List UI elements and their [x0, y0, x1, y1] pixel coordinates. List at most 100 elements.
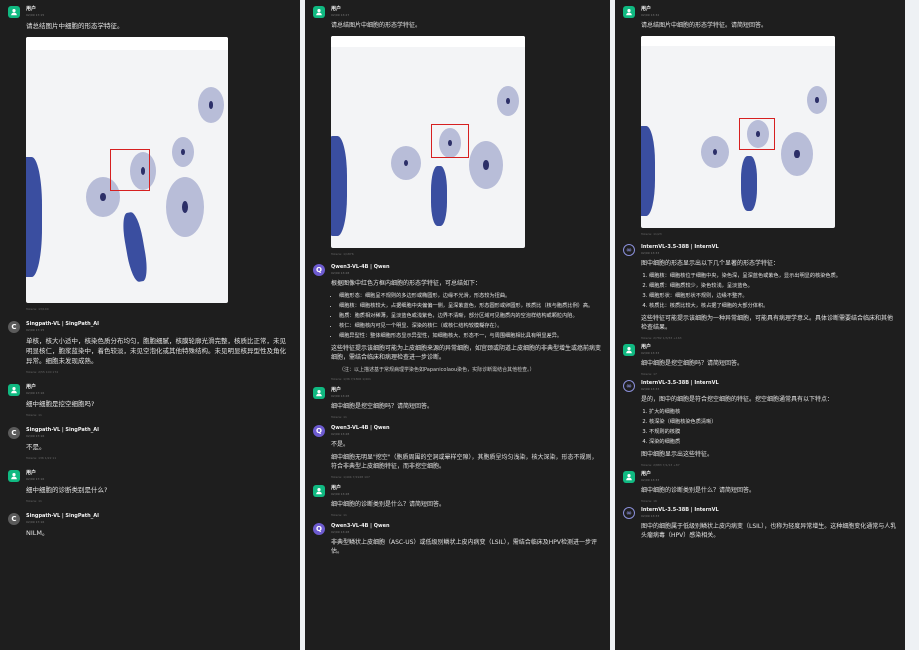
list-item: 细胞形态：细胞呈不规则的多边形或椭圆形，边缘不光滑，形态较为扭曲。: [339, 292, 602, 300]
message-user: 用户 02/09 17:16 细中细胞的诊断类别是什么? Tokens: 11: [0, 470, 300, 503]
internvl-logo-icon: ∞: [623, 380, 635, 392]
chat-panel-internvl: 用户 02/09 13:32 请总结图片中细胞的形态学特征。请简短回答。 Tok…: [615, 0, 905, 650]
timestamp: 02/09 13:32: [641, 13, 660, 17]
list-item: 不规则的核膜: [649, 428, 897, 436]
cytology-image[interactable]: [641, 36, 835, 228]
user-avatar-icon: [623, 471, 635, 483]
sender-name: 用户: [26, 384, 37, 390]
list-item: 核仁：细胞核内可见一个明显、深染的核仁（或核仁结构较模糊存在）。: [339, 322, 602, 330]
message-text: 图中的细胞属于低级别鳞状上皮内病变（LSIL），也称为轻度异常增生。这种细胞变化…: [641, 523, 897, 539]
user-avatar-icon: [623, 6, 635, 18]
timestamp: 02/09 13:33: [641, 478, 660, 482]
blue-cell-cluster: [431, 166, 447, 226]
red-selection-box: [431, 124, 469, 158]
token-count: Tokens: 2/55 100 174: [26, 370, 59, 374]
message-summary: 这些特征可能提示该细胞为一种异常细胞，可能具有病理学意义。具体诊断需要结合临床和…: [641, 315, 894, 331]
cell: [198, 87, 224, 123]
internvl-logo-icon: ∞: [623, 507, 635, 519]
timestamp: 02/09 13:28: [331, 492, 350, 496]
message-text: NILM。: [26, 529, 49, 537]
user-avatar-icon: [313, 6, 325, 18]
sender-name: 用户: [331, 485, 342, 491]
sender-name: Singpath-VL | SingPath_AI: [26, 513, 99, 519]
list-item: 细胞异型性：整体细胞形态显示异型性，如细胞核大、形态不一，与周围细胞相比具有明显…: [339, 332, 602, 340]
message-bot: Q Qwen3-VL-4B | Qwen 02/09 13:28 非典型鳞状上皮…: [305, 523, 610, 556]
message-bot: ∞ InternVL-3.5-38B | InternVL 02/09 13:3…: [615, 244, 905, 340]
cell: [701, 136, 729, 168]
cell: [497, 86, 519, 116]
red-selection-box: [739, 118, 775, 150]
blue-cell-cluster: [120, 210, 150, 284]
timestamp: 02/09 13:28: [331, 271, 350, 275]
message-text: 细中细胞的诊断类别是什么？请简短回答。: [641, 487, 756, 494]
user-avatar-icon: [8, 6, 20, 18]
list-item: 深染的细胞质: [649, 438, 897, 446]
user-avatar-icon: [8, 470, 20, 482]
message-bot: C Singpath-VL | SingPath_AI 02/09 17:16 …: [0, 513, 300, 538]
qwen-logo-icon: Q: [313, 523, 325, 535]
message-user: 用户 02/09 13:33 细中细胞是挖空细胞吗？请简短回答。 Tokens:…: [615, 344, 905, 376]
message-user: 用户 02/09 13:27 请总结图片中细胞的形态学特征。 Tokens: 1…: [305, 6, 610, 256]
timestamp: 02/09 17:16: [26, 520, 45, 524]
user-avatar-icon: [313, 485, 325, 497]
singpath-avatar-icon: C: [8, 321, 20, 333]
qwen-logo-icon: Q: [313, 264, 325, 276]
list-item: 细胞核：细胞核位于细胞中央，染色深，呈深蓝色或紫色，显示出明显的核染色质。: [649, 272, 897, 280]
message-user: 用户 02/09 17:16 细中细胞是挖空细胞吗? Tokens: 11: [0, 384, 300, 417]
timestamp: 02/09 17:16: [26, 434, 45, 438]
user-avatar-icon: [623, 344, 635, 356]
cell: [391, 146, 421, 180]
red-selection-box: [110, 149, 150, 191]
sender-name: Singpath-VL | SingPath_AI: [26, 321, 99, 327]
list-item: 细胞核：细胞核较大，占据细胞中央偏偏一侧，呈深紫蓝色，形态圆形或卵圆形，核质比（…: [339, 302, 602, 310]
blue-cell-cluster: [331, 136, 347, 236]
sender-name: Qwen3-VL-4B | Qwen: [331, 425, 390, 431]
sender-name: Qwen3-VL-4B | Qwen: [331, 264, 390, 270]
message-note: （注：以上描述基于常规病理学染色如Papanicolaou染色，实际诊断需结合其…: [339, 367, 535, 373]
list-item: 细胞质：细胞质较少，染色较浅，呈淡蓝色。: [649, 282, 897, 290]
message-text: 请总结图片中细胞的形态学特征。: [26, 22, 124, 30]
token-count: Tokens: 11: [331, 513, 347, 517]
message-intro: 图中细胞的形态显示出以下几个显著的形态学特征：: [641, 260, 780, 267]
cytology-image[interactable]: [331, 36, 525, 248]
token-count: Tokens: 2/782 1/3/33 +163: [641, 336, 682, 340]
cytology-image[interactable]: [26, 37, 228, 303]
sender-name: Qwen3-VL-4B | Qwen: [331, 523, 390, 529]
timestamp: 02/09 17:16: [26, 391, 45, 395]
message-text: 请总结图片中细胞的形态学特征。请简短回答。: [641, 22, 768, 29]
sender-name: InternVL-3.5-38B | InternVL: [641, 244, 719, 250]
timestamp: 02/09 13:28: [331, 530, 350, 534]
image-header-band: [26, 37, 228, 51]
token-count: Tokens: 17: [641, 372, 657, 376]
user-avatar-icon: [313, 387, 325, 399]
list-item: 扩大的细胞核: [649, 408, 897, 416]
timestamp: 02/09 17:16: [26, 477, 45, 481]
message-text: 不是。: [26, 443, 46, 451]
timestamp: 02/09 13:28: [331, 432, 350, 436]
singpath-avatar-icon: C: [8, 513, 20, 525]
image-header-band: [641, 36, 835, 46]
feature-list: 细胞核：细胞核位于细胞中央，染色深，呈深蓝色或紫色，显示出明显的核染色质。 细胞…: [641, 272, 897, 310]
token-count: Tokens: 11/23: [641, 232, 662, 236]
blue-cell-cluster: [741, 156, 757, 211]
timestamp: 02/09 17:15: [26, 328, 45, 332]
blue-cell-cluster: [26, 157, 42, 277]
list-item: 胞质：胞质相对稀薄，呈淡蓝色或浅紫色，边界不清晰，部分区域可见胞质内的空泡样结构…: [339, 312, 602, 320]
token-count: Tokens: 11: [331, 415, 347, 419]
message-user: 用户 02/09 17:15 请总结图片中细胞的形态学特征。 Tokens: 1…: [0, 6, 300, 311]
token-count: Tokens: 11: [26, 413, 42, 417]
chat-panel-qwen: 用户 02/09 13:27 请总结图片中细胞的形态学特征。 Tokens: 1…: [305, 0, 610, 650]
message-bot: ∞ InternVL-3.5-38B | InternVL 02/09 13:3…: [615, 507, 905, 540]
list-item: 核质比：核质比较大，核占据了细胞的大部分体积。: [649, 302, 897, 310]
token-count: Tokens: 2/883 7/1/13 +87: [641, 463, 680, 467]
internvl-logo-icon: ∞: [623, 244, 635, 256]
list-item: 细胞形状：细胞形状不规则，边缘不整齐。: [649, 292, 897, 300]
timestamp: 02/09 13:28: [331, 394, 350, 398]
feature-list: 扩大的细胞核 核深染（细胞核染色质清晰） 不规则的核膜 深染的细胞质: [641, 408, 897, 446]
sender-name: Singpath-VL | SingPath_AI: [26, 427, 99, 433]
message-intro: 是的，图中的细胞是符合挖空细胞的特征。挖空细胞通常具有以下特点：: [641, 396, 834, 403]
image-header-band: [331, 36, 525, 47]
token-count: Tokens: 11: [26, 499, 42, 503]
message-summary: 图中细胞显示出这些特征。: [641, 451, 714, 458]
message-user: 用户 02/09 13:33 细中细胞的诊断类别是什么？请简短回答。 Token…: [615, 471, 905, 503]
